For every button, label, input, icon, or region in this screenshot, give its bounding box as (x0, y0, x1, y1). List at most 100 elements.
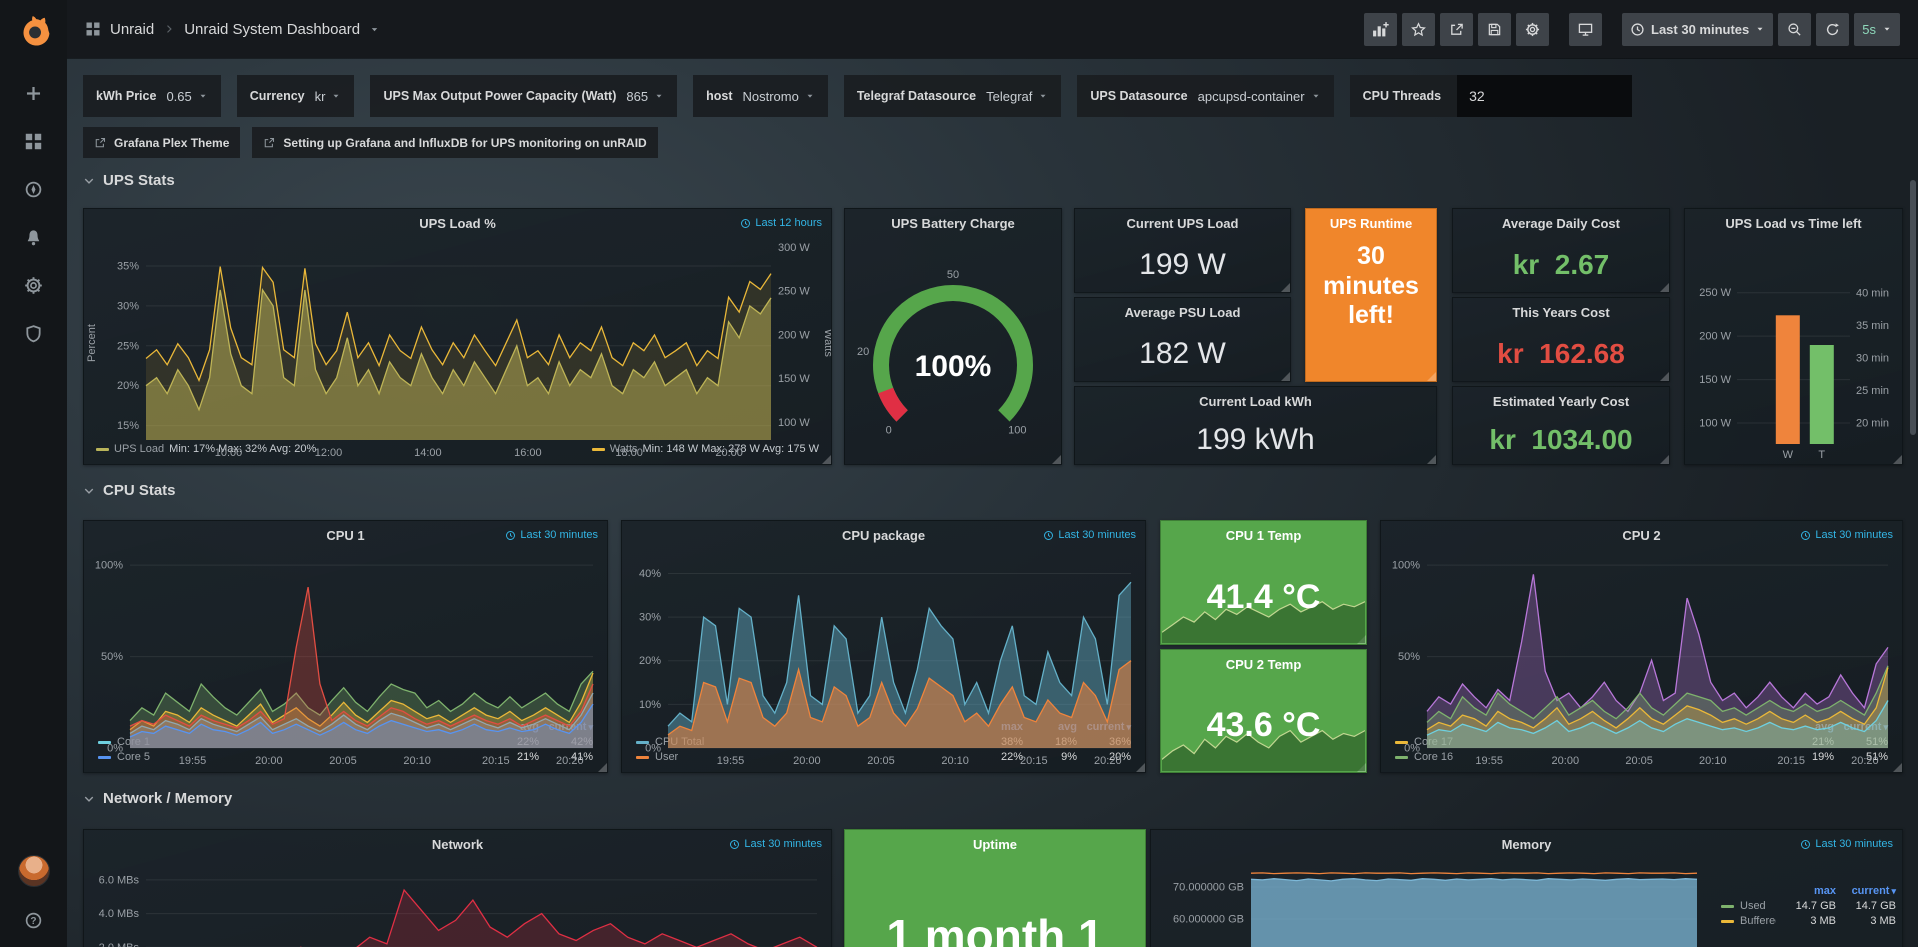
panel-title[interactable]: CPU 2 (1622, 528, 1660, 543)
variable-host[interactable]: host Nostromo (693, 75, 828, 117)
variable-label: UPS Datasource (1090, 89, 1187, 103)
user-avatar[interactable] (18, 855, 50, 887)
help-button[interactable] (14, 907, 54, 933)
breadcrumb-app[interactable]: Unraid (110, 21, 154, 38)
svg-text:40%: 40% (639, 568, 661, 580)
panel-ups-battery-charge: UPS Battery Charge 02050100100% (844, 208, 1062, 465)
add-panel-icon (1372, 21, 1389, 38)
refresh-interval-picker[interactable]: 5s (1854, 13, 1900, 46)
network-chart[interactable]: 2.0 MBs4.0 MBs6.0 MBs (84, 859, 831, 947)
panel-time-range: Last 30 minutes (1800, 838, 1893, 850)
clock-icon (740, 218, 751, 229)
side-menu-nav (14, 80, 54, 346)
link-ups-monitoring-guide[interactable]: Setting up Grafana and InfluxDB for UPS … (252, 127, 657, 158)
link-grafana-plex-theme[interactable]: Grafana Plex Theme (83, 127, 240, 158)
panel-time-range: Last 12 hours (740, 217, 822, 229)
chevron-down-icon (83, 485, 95, 497)
variable-kwh-price[interactable]: kWh Price 0.65 (83, 75, 221, 117)
legend-item[interactable]: Used (1721, 900, 1776, 912)
cpu-threads-input[interactable] (1457, 75, 1632, 117)
section-cpu-stats[interactable]: CPU Stats (83, 482, 176, 499)
variable-currency[interactable]: Currency kr (237, 75, 355, 117)
dashboard-variables: kWh Price 0.65 Currency kr UPS Max Outpu… (83, 75, 1632, 117)
variable-value[interactable]: Telegraf (986, 89, 1048, 104)
panel-header: UPS Battery Charge (845, 209, 1061, 238)
variable-value[interactable]: Nostromo (742, 89, 814, 104)
create-button[interactable] (14, 80, 54, 106)
svg-text:10:00: 10:00 (215, 447, 243, 459)
star-dashboard-button[interactable] (1402, 13, 1435, 46)
cycle-view-mode-button[interactable] (1569, 13, 1602, 46)
caret-down-icon (654, 91, 664, 101)
variable-value[interactable]: 865 (626, 89, 664, 104)
add-panel-button[interactable] (1364, 13, 1397, 46)
explore-button[interactable] (14, 176, 54, 202)
variable-value[interactable]: 0.65 (166, 89, 207, 104)
panel-title[interactable]: This Years Cost (1512, 305, 1609, 320)
variable-label: CPU Threads (1363, 89, 1442, 103)
zoom-out-time-button[interactable] (1778, 13, 1811, 46)
panel-title[interactable]: Current UPS Load (1127, 216, 1239, 231)
share-dashboard-button[interactable] (1440, 13, 1473, 46)
legend-column-header[interactable]: current▾ (1836, 885, 1896, 897)
caret-down-icon[interactable] (369, 24, 380, 35)
legend-swatch (1721, 905, 1734, 908)
variable-value[interactable]: kr (315, 89, 342, 104)
breadcrumb: Unraid Unraid System Dashboard (85, 21, 380, 38)
section-network-memory[interactable]: Network / Memory (83, 790, 232, 807)
legend-column-header[interactable]: max (1776, 885, 1836, 897)
svg-text:30%: 30% (117, 300, 139, 312)
alerting-button[interactable] (14, 224, 54, 250)
compass-icon (24, 180, 43, 199)
scrollbar-thumb[interactable] (1910, 180, 1916, 435)
panel-title[interactable]: CPU 1 (326, 528, 364, 543)
external-link-icon (263, 137, 275, 149)
dashboard-settings-button[interactable] (1516, 13, 1549, 46)
cpu-package-chart[interactable]: 0%10%20%30%40%19:5520:0020:0520:1020:152… (622, 550, 1145, 721)
ups-load-vs-time-chart[interactable]: 100 W150 W200 W250 W20 min25 min30 min35… (1685, 238, 1902, 464)
memory-chart[interactable]: 50.000000 GB60.000000 GB70.000000 GB (1151, 859, 1707, 947)
svg-text:100%: 100% (95, 560, 123, 572)
panel-title[interactable]: Network (432, 837, 483, 852)
panel-title[interactable]: UPS Load % (419, 216, 496, 231)
panel-title[interactable]: CPU 1 Temp (1226, 528, 1302, 543)
panel-title[interactable]: Estimated Yearly Cost (1493, 394, 1629, 409)
panel-title[interactable]: Uptime (973, 837, 1017, 852)
legend-item[interactable]: Buffered (1721, 915, 1776, 927)
variable-ups-max-output[interactable]: UPS Max Output Power Capacity (Watt) 865 (370, 75, 677, 117)
gear-icon (1525, 22, 1540, 37)
panel-title[interactable]: CPU 2 Temp (1226, 657, 1302, 672)
cpu1-chart[interactable]: 0%50%100%19:5520:0020:0520:1020:1520:20 (84, 550, 607, 721)
variable-ups-datasource[interactable]: UPS Datasource apcupsd-container (1077, 75, 1333, 117)
svg-text:150 W: 150 W (778, 373, 810, 385)
save-dashboard-button[interactable] (1478, 13, 1511, 46)
external-link-icon (94, 137, 106, 149)
panel-time-range: Last 30 minutes (1043, 529, 1136, 541)
refresh-button[interactable] (1816, 13, 1849, 46)
clock-icon (1630, 22, 1645, 37)
panel-title[interactable]: UPS Load vs Time left (1725, 216, 1861, 231)
grafana-logo-icon[interactable] (13, 10, 55, 52)
panel-title[interactable]: CPU package (842, 528, 925, 543)
svg-text:16:00: 16:00 (514, 447, 542, 459)
panel-title[interactable]: Current Load kWh (1199, 394, 1312, 409)
time-range-picker[interactable]: Last 30 minutes (1622, 13, 1773, 46)
cpu2-chart[interactable]: 0%50%100%19:5520:0020:0520:1020:1520:20 (1381, 550, 1902, 721)
section-ups-stats[interactable]: UPS Stats (83, 172, 175, 189)
panel-title[interactable]: Average Daily Cost (1502, 216, 1620, 231)
battery-gauge[interactable]: 02050100100% (845, 238, 1061, 464)
panel-title[interactable]: Average PSU Load (1125, 305, 1241, 320)
ups-load-chart[interactable]: 15%20%25%30%35%100 W150 W200 W250 W300 W… (84, 238, 831, 441)
variable-label: Currency (250, 89, 305, 103)
dashboards-button[interactable] (14, 128, 54, 154)
breadcrumb-dashboard-title[interactable]: Unraid System Dashboard (184, 21, 360, 38)
panel-title[interactable]: Memory (1502, 837, 1552, 852)
panel-average-psu-load: Average PSU Load 182 W (1074, 297, 1291, 382)
svg-text:0: 0 (886, 424, 892, 436)
configuration-button[interactable] (14, 272, 54, 298)
panel-title[interactable]: UPS Battery Charge (891, 216, 1015, 231)
panel-title[interactable]: UPS Runtime (1330, 216, 1412, 231)
variable-value[interactable]: apcupsd-container (1198, 89, 1321, 104)
variable-telegraf-datasource[interactable]: Telegraf Datasource Telegraf (844, 75, 1062, 117)
server-admin-button[interactable] (14, 320, 54, 346)
